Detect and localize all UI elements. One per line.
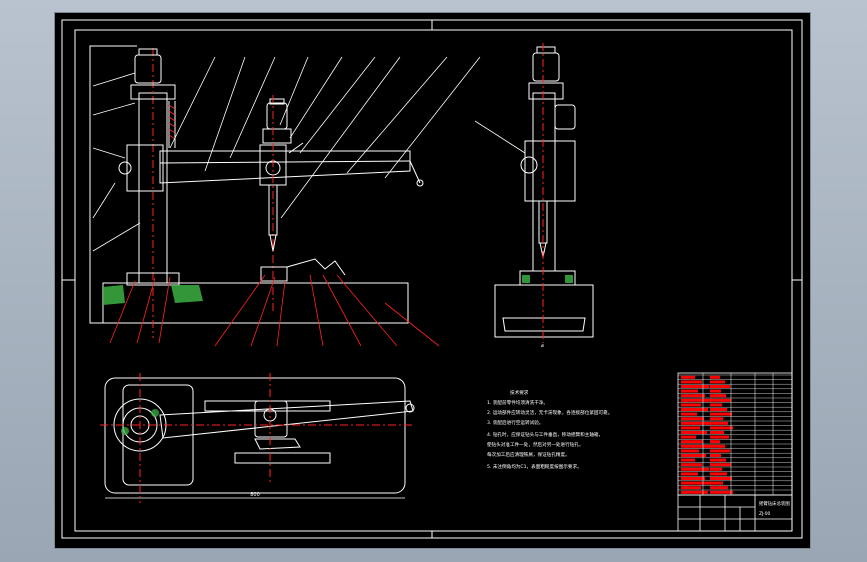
notes-heading: 技术要求 bbox=[510, 389, 529, 396]
front-workpiece bbox=[286, 258, 346, 276]
parts-row-mark bbox=[710, 380, 725, 384]
parts-row-mark bbox=[681, 412, 697, 416]
parts-row-mark bbox=[681, 486, 701, 490]
parts-row-mark bbox=[710, 394, 726, 398]
title-drawing-number: ZJ-00 bbox=[759, 511, 771, 517]
plan-headstock bbox=[254, 400, 288, 438]
parts-list-rows bbox=[678, 373, 792, 495]
lifting-screw bbox=[168, 101, 176, 148]
side-leader bbox=[474, 120, 526, 154]
technical-notes: 技术要求 1. 装配前零件均须清洗干净。 2. 运动部件应转动灵活，无卡滞现象，… bbox=[487, 389, 612, 470]
notes-line: 2. 运动部件应转动灵活，无卡滞现象，各连接部位紧固可靠。 bbox=[487, 409, 612, 416]
parts-row-mark bbox=[710, 435, 729, 439]
side-top-motor bbox=[532, 52, 560, 82]
parts-row-mark bbox=[710, 454, 721, 457]
parts-row-mark bbox=[681, 477, 705, 480]
parts-row-mark bbox=[710, 477, 732, 480]
parts-row-mark bbox=[710, 467, 722, 471]
parts-row-mark bbox=[681, 440, 703, 444]
side-base-recess bbox=[502, 317, 586, 332]
plan-slot-bottom bbox=[234, 452, 331, 464]
parts-row-mark bbox=[681, 481, 712, 485]
parts-row-mark bbox=[710, 458, 726, 462]
parts-row-mark bbox=[681, 394, 705, 398]
notes-line: 3. 装配后进行空运转试验。 bbox=[487, 419, 543, 426]
notes-line: 4. 钻孔时，应保证钻头与工件垂直，移动摇臂和主轴箱， bbox=[487, 431, 603, 438]
parts-row-mark bbox=[710, 463, 731, 467]
arm-clamp-handle bbox=[118, 161, 132, 175]
parts-row-mark bbox=[681, 380, 702, 384]
side-table-hatch bbox=[522, 275, 573, 283]
parts-row-mark bbox=[681, 472, 698, 476]
parts-row-mark bbox=[681, 463, 702, 467]
front-envelope bbox=[89, 45, 255, 324]
parts-row-mark bbox=[681, 421, 711, 425]
parts-row-mark bbox=[710, 472, 727, 476]
plan-arm-end bbox=[405, 403, 415, 413]
front-top-motor-cap bbox=[138, 48, 158, 56]
parts-row-mark bbox=[710, 431, 724, 434]
plan-workpiece bbox=[254, 438, 301, 450]
side-head-motor bbox=[554, 104, 576, 130]
parts-row-mark bbox=[710, 449, 730, 453]
parts-row-mark bbox=[710, 440, 720, 444]
front-head-gear bbox=[262, 128, 292, 144]
radial-arm bbox=[159, 150, 411, 184]
parts-row-mark bbox=[681, 375, 695, 379]
assembly-drawing: 800 ⌀ 技术要求 1. 装配前零件均须清洗干净。 2. 运动部件应转动灵活，… bbox=[61, 19, 803, 539]
side-column bbox=[532, 92, 556, 272]
plan-view bbox=[100, 373, 415, 503]
notes-line: 每次加工后应清理铁屑，保证钻孔精度。 bbox=[487, 451, 570, 458]
side-feed-wheel bbox=[520, 156, 538, 174]
front-top-motor bbox=[134, 54, 162, 84]
plan-dim-text: 800 bbox=[250, 492, 260, 498]
parts-row-mark bbox=[681, 449, 699, 453]
parts-row-mark bbox=[681, 398, 712, 402]
title-drawing-name: 摇臂钻床总装图 bbox=[759, 500, 790, 507]
parts-row-mark bbox=[681, 417, 704, 421]
parts-row-mark bbox=[710, 412, 732, 416]
parts-row-mark bbox=[710, 486, 728, 490]
parts-row-mark bbox=[710, 385, 730, 388]
front-bottom-leaders bbox=[109, 274, 440, 347]
cad-viewport: 800 ⌀ 技术要求 1. 装配前零件均须清洗干净。 2. 运动部件应转动灵活，… bbox=[54, 12, 811, 549]
side-gearbox bbox=[528, 82, 564, 100]
notes-line: 使钻头对准工件一处，然后对另一处进行钻孔， bbox=[487, 441, 583, 448]
front-dim-text: ⌀ bbox=[541, 343, 544, 349]
parts-row-mark bbox=[681, 444, 710, 448]
side-top-motor-cap bbox=[536, 46, 556, 54]
arm-sleeve bbox=[126, 144, 164, 192]
parts-row-mark bbox=[710, 426, 733, 430]
front-view bbox=[89, 45, 424, 338]
parts-row-mark bbox=[710, 398, 731, 402]
arm-end-handle bbox=[409, 160, 421, 184]
parts-row-mark bbox=[710, 408, 727, 411]
title-block-frame bbox=[677, 494, 793, 532]
parts-row-mark bbox=[710, 421, 728, 425]
parts-row-mark bbox=[681, 435, 696, 439]
parts-row-mark bbox=[681, 490, 708, 494]
parts-row-mark bbox=[710, 403, 722, 407]
parts-row-mark bbox=[710, 375, 720, 379]
parts-row-mark bbox=[710, 444, 725, 448]
parts-row-mark bbox=[681, 467, 709, 471]
notes-line: 1. 装配前零件均须清洗干净。 bbox=[487, 399, 548, 406]
parts-row-mark bbox=[681, 385, 709, 388]
side-view bbox=[474, 43, 594, 343]
parts-row-mark bbox=[681, 403, 701, 407]
arm-inner-line bbox=[159, 160, 411, 164]
parts-row-mark bbox=[710, 481, 723, 485]
parts-row-mark bbox=[681, 458, 695, 462]
parts-row-mark bbox=[681, 389, 698, 393]
parts-row-mark bbox=[710, 389, 721, 393]
parts-row-mark bbox=[681, 454, 706, 457]
notes-line: 5. 未注倒角均为C1，表面粗糙度按图示要求。 bbox=[487, 463, 582, 470]
parts-row-mark bbox=[681, 426, 700, 430]
parts-row-mark bbox=[681, 408, 708, 411]
side-base bbox=[494, 284, 594, 338]
title-block bbox=[677, 494, 793, 532]
parts-list bbox=[677, 372, 793, 496]
parts-row-mark bbox=[710, 490, 733, 494]
parts-row-mark bbox=[710, 417, 723, 421]
